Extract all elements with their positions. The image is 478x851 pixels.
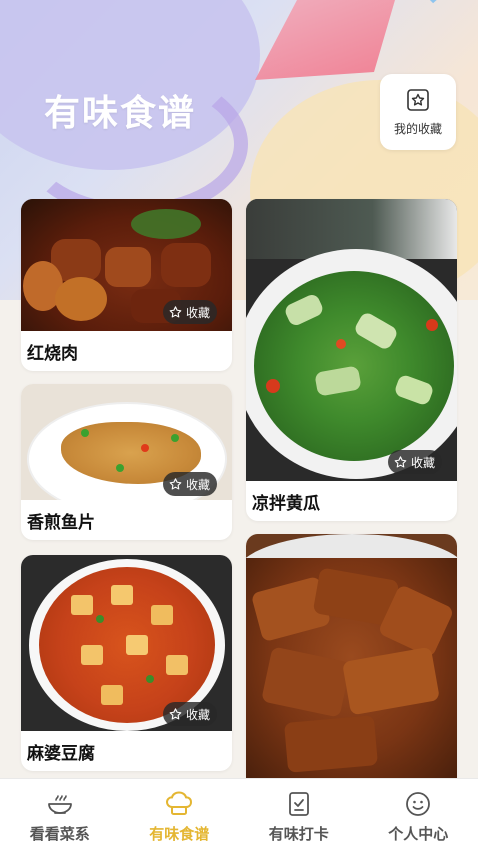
chef-hat-icon (164, 789, 194, 819)
my-favorites-label: 我的收藏 (394, 120, 442, 137)
recipe-photo (246, 534, 457, 778)
recipe-title: 麻婆豆腐 (27, 739, 95, 764)
recipe-title: 红烧肉 (27, 339, 78, 364)
collect-badge-label: 收藏 (411, 454, 435, 471)
tab-recipes[interactable]: 有味食谱 (120, 779, 240, 851)
bowl-icon (45, 789, 75, 819)
collect-badge[interactable]: 收藏 (163, 472, 217, 496)
page-title: 有味食谱 (44, 84, 196, 136)
bottom-tab-bar: 看看菜系 有味食谱 有味打卡 个人中心 (0, 778, 478, 851)
recipe-card[interactable]: 收藏 香煎鱼片 (21, 384, 232, 540)
my-favorites-button[interactable]: 我的收藏 (380, 74, 456, 150)
collect-badge[interactable]: 收藏 (163, 300, 217, 324)
party-hat-decor (255, 0, 395, 80)
tab-label: 个人中心 (388, 823, 448, 844)
star-icon (168, 305, 183, 320)
star-icon (393, 455, 408, 470)
collect-badge-label: 收藏 (186, 476, 210, 493)
star-box-icon (406, 88, 430, 112)
collect-badge-label: 收藏 (186, 706, 210, 723)
collect-badge-label: 收藏 (186, 304, 210, 321)
collect-badge[interactable]: 收藏 (388, 450, 442, 474)
star-icon (168, 477, 183, 492)
tab-checkin[interactable]: 有味打卡 (239, 779, 359, 851)
recipe-card[interactable]: 收藏 麻婆豆腐 (21, 555, 232, 771)
collect-badge[interactable]: 收藏 (163, 702, 217, 726)
recipe-card[interactable]: 收藏 凉拌黄瓜 (246, 199, 457, 521)
tab-label: 有味打卡 (269, 823, 329, 844)
smiley-icon (403, 789, 433, 819)
checklist-icon (284, 789, 314, 819)
recipe-title: 凉拌黄瓜 (252, 489, 320, 514)
recipe-card[interactable]: 收藏 红烧肉 (21, 199, 232, 371)
tab-cuisines[interactable]: 看看菜系 (0, 779, 120, 851)
recipe-photo (246, 199, 457, 481)
star-icon (168, 707, 183, 722)
tab-label: 有味食谱 (149, 823, 209, 844)
recipe-card[interactable] (246, 534, 457, 778)
recipe-title: 香煎鱼片 (27, 508, 95, 533)
tab-profile[interactable]: 个人中心 (359, 779, 478, 851)
tab-label: 看看菜系 (30, 823, 90, 844)
